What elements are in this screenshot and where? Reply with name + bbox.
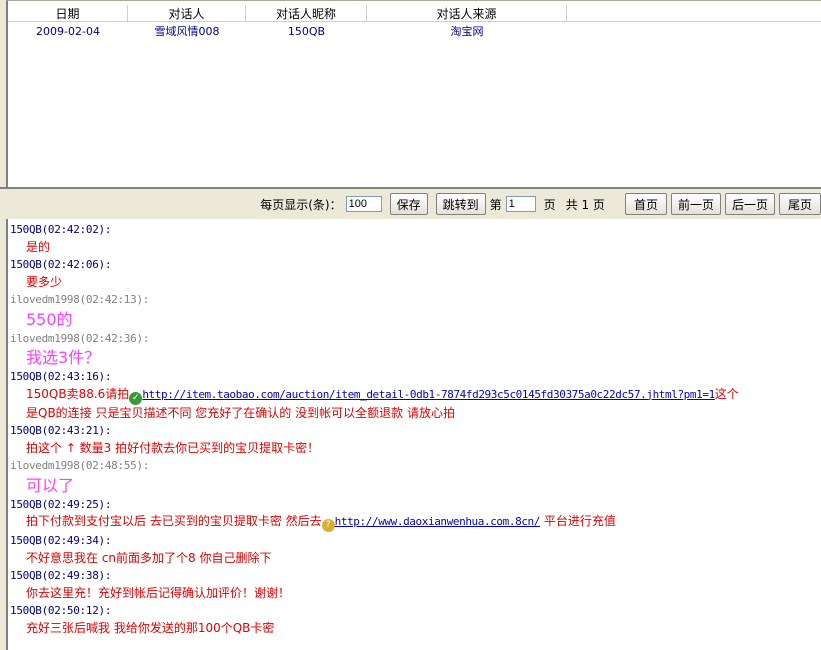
per-page-label: 每页显示(条)： [260,197,342,212]
message-text-after: 这个 [714,386,739,401]
message-body-cont: 是QB的连接 只是宝贝描述不同 您充好了在确认的 没到帐可以全额退款 请放心拍 [26,405,455,420]
message-text: 要多少 [26,274,63,289]
warning-shield-icon: ? [321,519,335,532]
message-header: 150QB(02:49:34): [10,534,112,547]
message-link[interactable]: http://www.daoxianwenhua.com.8cn/ [335,515,541,528]
next-page-button[interactable]: 后一页 [724,193,775,215]
message-body: 拍下付款到支付宝以后 去已买到的宝贝提取卡密 然后去? http://www.da… [10,513,821,532]
message-body: 我选3件？ [10,347,821,368]
cell-nickname: 150QB [287,24,326,38]
pager-toolbar: 每页显示(条)： 100 保存 跳转到 第 1 页 共 1 页 首页 前一页 后… [0,187,821,219]
message-body: 要多少 [10,274,821,292]
message-text: 是的 [26,239,51,254]
page-prefix: 第 [489,197,502,212]
message-body: 550的 [10,309,821,330]
last-page-button[interactable]: 尾页 [778,193,821,215]
message-body: 你去这里充！充好到帐后记得确认加评价！谢谢！ [10,585,821,603]
message-text: 拍这个 ↑ 数量3 拍好付款去你已买到的宝贝提取卡密！ [26,440,320,455]
message-body: 充好三张后喊我 我给你发送的那100个QB卡密 [10,620,821,638]
message-header: 150QB(02:42:02): [10,223,112,236]
table-row[interactable]: 2009-02-04 雪域风情008 150QB 淘宝网 [8,22,821,40]
message-text: 可以了 [26,475,75,495]
save-button[interactable]: 保存 [389,193,428,215]
session-table: 日期 对话人 对话人昵称 对话人来源 2009-02-04 雪域风情008 15… [6,0,821,187]
page-input[interactable]: 1 [505,196,536,212]
first-page-button[interactable]: 首页 [624,193,667,215]
message-header: 150QB(02:42:06): [10,258,112,271]
cell-source: 淘宝网 [450,25,484,38]
message-text: 拍下付款到支付宝以后 去已买到的宝贝提取卡密 然后去 [26,514,322,528]
cell-date: 2009-02-04 [36,24,100,38]
page-total: 共 1 页 [565,197,605,212]
jump-button[interactable]: 跳转到 [435,193,486,215]
message-header: 150QB(02:50:12): [10,604,112,617]
message-text: 150QB卖88.6请拍 [26,386,130,401]
col-nickname[interactable]: 对话人昵称 [246,5,367,21]
message-text: 550的 [26,309,73,329]
col-contact[interactable]: 对话人 [128,5,246,21]
message-body: 可以了 [10,475,821,496]
chat-log: 150QB(02:42:02): 是的 150QB(02:42:06): 要多少 ilo… [6,219,821,650]
message-text: 你去这里充！充好到帐后记得确认加评价！谢谢！ [26,585,291,600]
message-header: 150QB(02:43:21): [10,424,112,437]
table-header: 日期 对话人 对话人昵称 对话人来源 [8,1,821,22]
cell-contact: 雪域风情008 [154,25,220,38]
col-source[interactable]: 对话人来源 [367,5,567,21]
message-body: 不好意思我在 cn前面多加了个8 你自己删除下 [10,550,821,568]
per-page-input[interactable]: 100 [345,196,382,212]
message-header: 150QB(02:49:25): [10,497,112,511]
col-empty [567,5,821,21]
message-text: 充好三张后喊我 我给你发送的那100个QB卡密 [26,620,275,635]
col-date[interactable]: 日期 [8,5,128,21]
message-text-after: 平台进行充值 [540,514,616,528]
message-link[interactable]: http://item.taobao.com/auction/item_deta… [142,388,715,401]
message-text: 我选3件？ [26,348,101,367]
message-header: ilovedm1998(02:42:36): [10,331,150,345]
prev-page-button[interactable]: 前一页 [670,193,721,215]
message-header: ilovedm1998(02:48:55): [10,459,150,472]
message-body: 是的 [10,239,821,257]
message-header: 150QB(02:43:16): [10,370,112,383]
message-header: ilovedm1998(02:42:13): [10,293,150,306]
check-shield-icon: ✓ [129,391,143,405]
message-body: 150QB卖88.6请拍 ✓ http://item.taobao.com/auct… [10,386,821,405]
message-header: 150QB(02:49:38): [10,569,112,582]
message-text: 不好意思我在 cn前面多加了个8 你自己删除下 [26,550,272,565]
page-suffix: 页 [543,197,556,212]
message-body: 拍这个 ↑ 数量3 拍好付款去你已买到的宝贝提取卡密！ [10,440,821,458]
